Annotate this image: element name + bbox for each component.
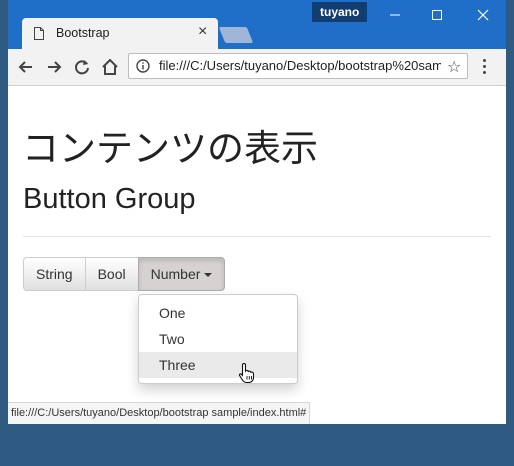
star-icon[interactable]: ☆ (447, 57, 461, 77)
address-bar[interactable]: file:///C:/Users/tuyano/Desktop/bootstra… (128, 53, 468, 79)
close-icon (477, 9, 489, 21)
title-bar: Bootstrap × tuyano (8, 0, 506, 49)
bool-button[interactable]: Bool (84, 257, 139, 291)
minimize-icon (390, 14, 400, 16)
dropdown-menu: One Two Three (138, 294, 298, 384)
hand-cursor-icon (238, 362, 255, 384)
new-tab-button[interactable] (218, 27, 254, 43)
browser-window: Bootstrap × tuyano file:///C:/Users/tuya… (8, 0, 506, 424)
page-content: コンテンツの表示 Button Group String Bool Number… (8, 86, 506, 424)
section-title: Button Group (23, 183, 196, 215)
number-button-label: Number (150, 266, 201, 282)
caret-down-icon (204, 273, 213, 278)
browser-toolbar: file:///C:/Users/tuyano/Desktop/bootstra… (8, 49, 506, 86)
status-bar: file:///C:/Users/tuyano/Desktop/bootstra… (8, 402, 311, 424)
forward-arrow-icon[interactable] (44, 57, 64, 77)
dropdown-item-one[interactable]: One (139, 300, 297, 326)
maximize-icon (432, 10, 442, 20)
close-window-button[interactable] (463, 4, 503, 26)
dropdown-item-two[interactable]: Two (139, 326, 297, 352)
close-tab-icon[interactable]: × (198, 23, 207, 41)
dropdown-item-three[interactable]: Three (139, 352, 297, 378)
reload-icon[interactable] (72, 57, 92, 77)
home-icon[interactable] (100, 57, 120, 77)
number-dropdown-button[interactable]: Number (137, 257, 226, 291)
profile-badge[interactable]: tuyano (312, 2, 368, 22)
info-icon[interactable] (136, 59, 150, 73)
maximize-button[interactable] (417, 4, 457, 26)
page-title: コンテンツの表示 (22, 128, 318, 169)
minimize-button[interactable] (375, 4, 415, 26)
button-group: String Bool Number (23, 257, 226, 291)
divider (23, 236, 491, 237)
browser-tab[interactable]: Bootstrap × (22, 18, 218, 49)
tab-title: Bootstrap (56, 26, 110, 40)
document-icon (34, 27, 44, 40)
back-arrow-icon[interactable] (16, 57, 36, 77)
url-text[interactable]: file:///C:/Users/tuyano/Desktop/bootstra… (159, 58, 441, 73)
kebab-menu-icon[interactable] (480, 59, 488, 77)
string-button[interactable]: String (23, 257, 86, 291)
